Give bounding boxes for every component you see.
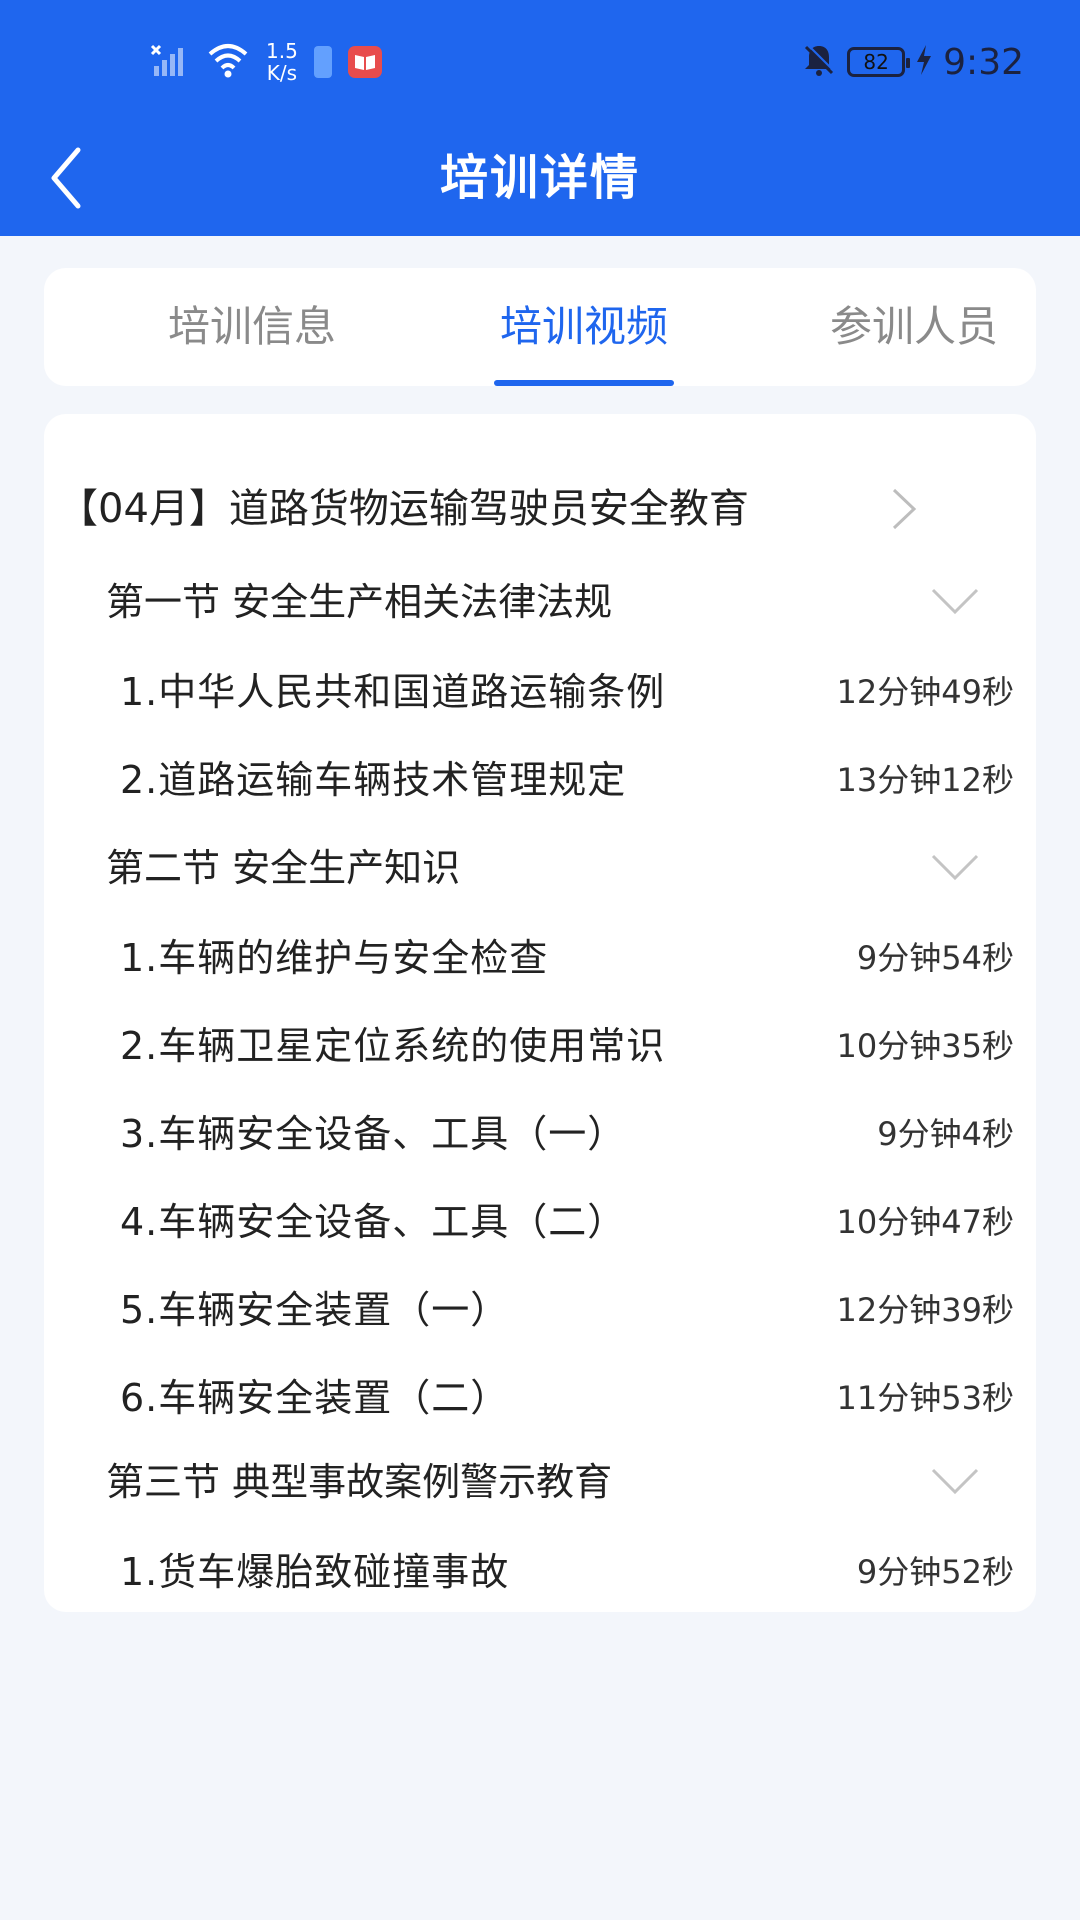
status-right: 82 9:32 <box>801 36 1024 88</box>
mute-bell-icon <box>801 42 837 82</box>
section-header[interactable]: 第二节 安全生产知识 <box>44 824 1036 912</box>
lesson-duration: 12分钟49秒 <box>836 673 1014 711</box>
network-speed-unit: K/s <box>266 61 298 85</box>
lesson-item[interactable]: 2.道路运输车辆技术管理规定 13分钟12秒 <box>44 736 1036 824</box>
lesson-item[interactable]: 5.车辆安全装置（一） 12分钟39秒 <box>44 1266 1036 1354</box>
lesson-title: 4.车辆安全设备、工具（二） <box>120 1200 627 1244</box>
lesson-duration: 9分钟52秒 <box>856 1553 1014 1591</box>
battery-level: 82 <box>863 50 889 74</box>
wifi-icon <box>206 40 250 84</box>
lesson-item[interactable]: 1.车辆的维护与安全检查 9分钟54秒 <box>44 914 1036 1002</box>
video-list-card: 【04月】道路货物运输驾驶员安全教育 第一节 安全生产相关法律法规 1.中华人民… <box>44 414 1036 1612</box>
active-tab-indicator <box>494 380 674 386</box>
status-bar: 1.5 K/s 82 9:32 <box>0 0 1080 120</box>
chevron-down-icon <box>931 588 979 615</box>
lesson-item[interactable]: 2.车辆卫星定位系统的使用常识 10分钟35秒 <box>44 1002 1036 1090</box>
lesson-duration: 10分钟35秒 <box>836 1027 1014 1065</box>
tab-bar: 培训信息 培训视频 参训人员 <box>44 268 1036 386</box>
lesson-title: 2.道路运输车辆技术管理规定 <box>120 758 627 802</box>
section-title: 第一节 安全生产相关法律法规 <box>106 580 613 624</box>
lesson-duration: 10分钟47秒 <box>836 1203 1014 1241</box>
lesson-title: 3.车辆安全设备、工具（一） <box>120 1112 627 1156</box>
app-header: 1.5 K/s 82 9:32 培训详情 <box>0 0 1080 236</box>
tab-training-videos[interactable]: 培训视频 <box>454 268 714 386</box>
lesson-title: 6.车辆安全装置（二） <box>120 1376 510 1420</box>
lesson-duration: 11分钟53秒 <box>836 1379 1014 1417</box>
charging-app-icon <box>313 46 332 78</box>
lesson-title: 1.中华人民共和国道路运输条例 <box>120 670 666 714</box>
book-app-icon <box>347 46 382 78</box>
lesson-title: 1.车辆的维护与安全检查 <box>120 936 549 980</box>
page-title: 培训详情 <box>439 150 640 206</box>
course-header[interactable]: 【04月】道路货物运输驾驶员安全教育 <box>44 464 1036 554</box>
back-chevron-icon <box>51 147 81 209</box>
lesson-duration: 12分钟39秒 <box>836 1291 1014 1329</box>
status-time: 9:32 <box>943 41 1024 83</box>
lesson-item[interactable]: 3.车辆安全设备、工具（一） 9分钟4秒 <box>44 1090 1036 1178</box>
lesson-duration: 13分钟12秒 <box>836 761 1014 799</box>
network-speed-value: 1.5 <box>266 39 298 63</box>
lesson-duration: 9分钟4秒 <box>877 1115 1014 1153</box>
signal-icon <box>150 40 190 84</box>
tab-training-info[interactable]: 培训信息 <box>122 268 382 386</box>
lesson-duration: 9分钟54秒 <box>856 939 1014 977</box>
lesson-title: 5.车辆安全装置（一） <box>120 1288 510 1332</box>
chevron-right-icon <box>892 488 917 530</box>
status-left: 1.5 K/s <box>150 36 382 88</box>
chevron-down-icon <box>931 854 979 881</box>
tab-participants[interactable]: 参训人员 <box>784 268 1044 386</box>
chevron-down-icon <box>931 1468 979 1495</box>
charging-bolt-icon <box>915 44 933 80</box>
back-button[interactable] <box>42 138 122 218</box>
section-title: 第三节 典型事故案例警示教育 <box>106 1460 613 1504</box>
battery-indicator: 82 <box>847 47 911 77</box>
section-header[interactable]: 第三节 典型事故案例警示教育 <box>44 1438 1036 1526</box>
lesson-title: 1.货车爆胎致碰撞事故 <box>120 1550 510 1594</box>
lesson-title: 2.车辆卫星定位系统的使用常识 <box>120 1024 666 1068</box>
lesson-item[interactable]: 6.车辆安全装置（二） 11分钟53秒 <box>44 1354 1036 1442</box>
lesson-item[interactable]: 1.中华人民共和国道路运输条例 12分钟49秒 <box>44 648 1036 736</box>
course-title: 【04月】道路货物运输驾驶员安全教育 <box>58 486 749 532</box>
section-header[interactable]: 第一节 安全生产相关法律法规 <box>44 558 1036 646</box>
lesson-item[interactable]: 1.货车爆胎致碰撞事故 9分钟52秒 <box>44 1528 1036 1616</box>
network-speed: 1.5 K/s <box>266 40 298 84</box>
lesson-item[interactable]: 4.车辆安全设备、工具（二） 10分钟47秒 <box>44 1178 1036 1266</box>
title-bar: 培训详情 <box>0 120 1080 236</box>
section-title: 第二节 安全生产知识 <box>106 846 461 890</box>
